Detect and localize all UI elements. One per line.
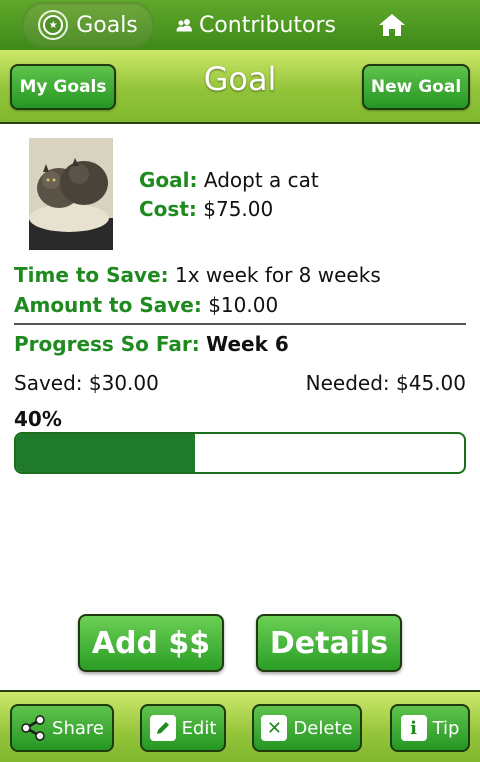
close-icon: ✕ [261, 715, 288, 741]
amount-row: Amount to Save: $10.00 [14, 293, 278, 317]
cost-row: Cost: $75.00 [139, 197, 273, 221]
edit-button[interactable]: Edit [140, 704, 226, 752]
details-button[interactable]: Details [256, 614, 402, 672]
goals-star-icon: ★ [38, 10, 69, 40]
edit-label: Edit [181, 717, 217, 739]
progress-bar [14, 432, 466, 474]
contributors-icon [176, 19, 192, 32]
cost-value: $75.00 [203, 197, 274, 221]
time-label: Time to Save: [14, 263, 169, 287]
share-button[interactable]: Share [10, 704, 114, 752]
time-row: Time to Save: 1x week for 8 weeks [14, 263, 381, 287]
new-goal-button[interactable]: New Goal [362, 64, 470, 110]
goal-value: Adopt a cat [203, 168, 319, 192]
top-nav-bar: ★ Goals Contributors [0, 0, 480, 50]
tip-label: Tip [432, 717, 460, 739]
needed-amount: Needed: $45.00 [305, 371, 466, 395]
tip-button[interactable]: i Tip [390, 704, 470, 752]
saved-amount: Saved: $30.00 [14, 371, 159, 395]
tab-goals[interactable]: ★ Goals [22, 2, 154, 48]
progress-row: Progress So Far: Week 6 [14, 332, 289, 356]
progress-fill [16, 434, 196, 472]
share-icon [20, 715, 46, 741]
amount-value: $10.00 [208, 293, 279, 317]
cost-label: Cost: [139, 197, 197, 221]
add-money-button[interactable]: Add $$ [78, 614, 224, 672]
tab-contributors-label: Contributors [198, 12, 336, 38]
info-icon: i [400, 715, 427, 741]
share-label: Share [52, 717, 104, 739]
goal-row: Goal: Adopt a cat [139, 168, 319, 192]
amount-label: Amount to Save: [14, 293, 202, 317]
progress-percent: 40% [14, 407, 62, 431]
page-title: Goal [203, 60, 277, 98]
page-header: My Goals Goal New Goal [0, 50, 480, 124]
my-goals-button[interactable]: My Goals [10, 64, 116, 110]
goal-label: Goal: [139, 168, 198, 192]
tab-contributors[interactable]: Contributors [176, 0, 336, 50]
tab-home[interactable] [376, 0, 408, 50]
delete-button[interactable]: ✕ Delete [252, 704, 362, 752]
delete-label: Delete [293, 717, 353, 739]
tab-goals-label: Goals [76, 12, 138, 38]
home-icon [379, 14, 405, 36]
time-value: 1x week for 8 weeks [175, 263, 381, 287]
progress-label: Progress So Far: [14, 332, 200, 356]
bottom-toolbar: Share Edit ✕ Delete i Tip [0, 690, 480, 762]
goal-photo [29, 138, 113, 250]
pencil-icon [149, 715, 176, 741]
section-divider [14, 323, 466, 325]
progress-week: Week 6 [206, 332, 289, 356]
